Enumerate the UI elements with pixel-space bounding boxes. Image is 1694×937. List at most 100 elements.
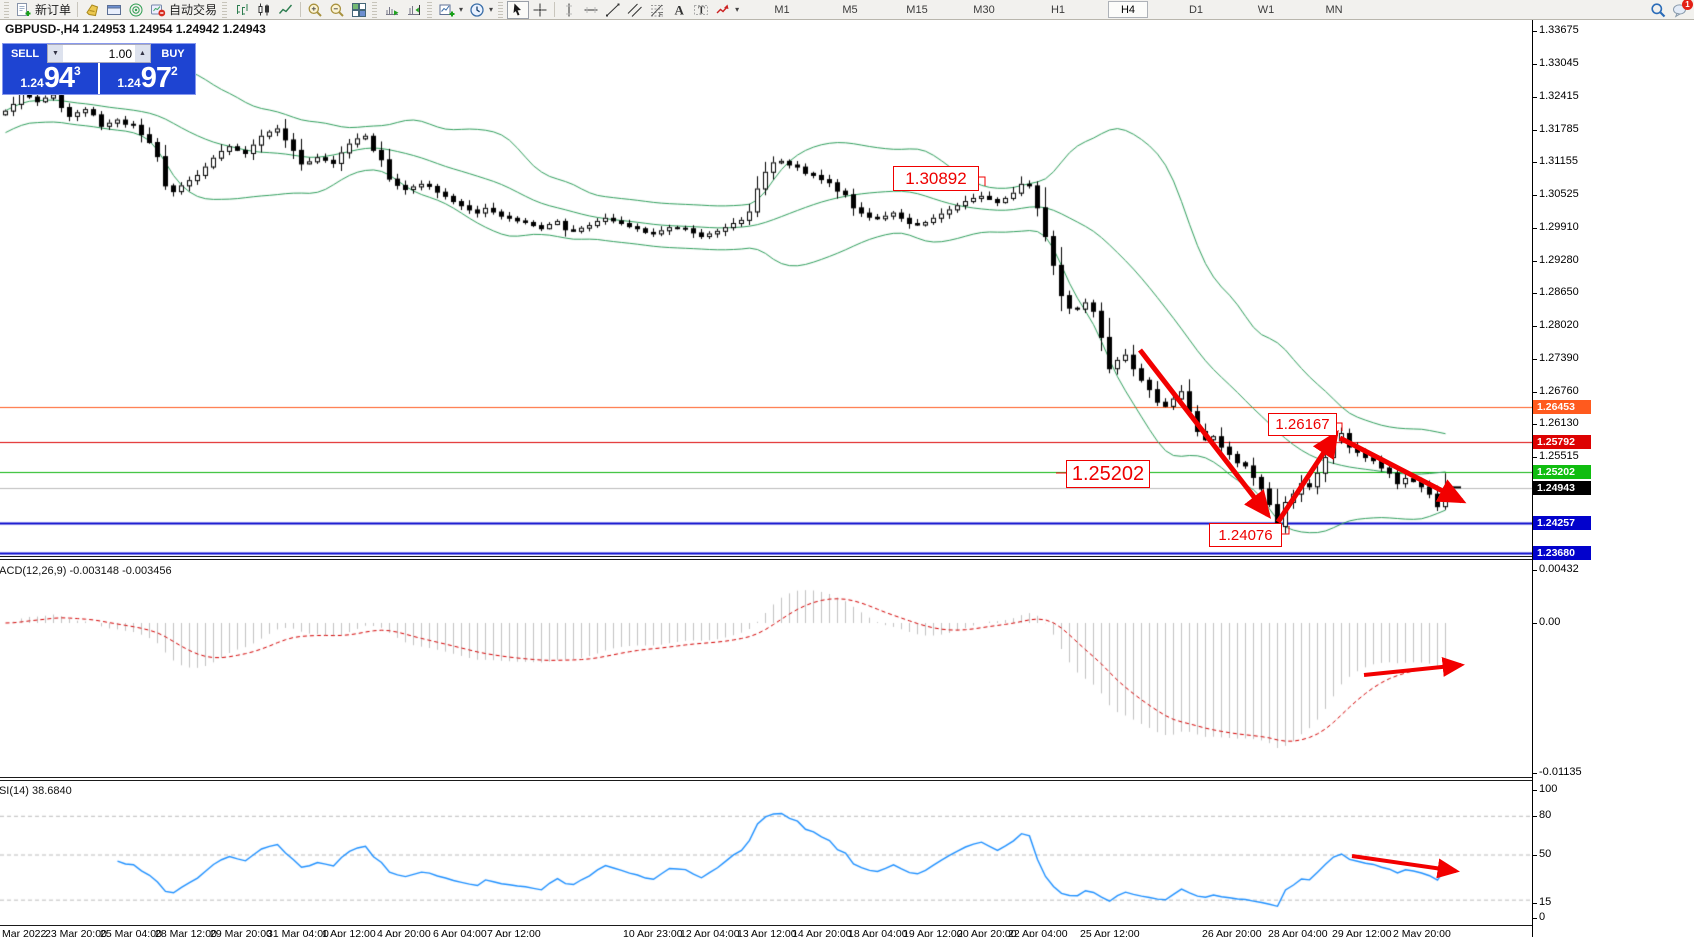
text-button[interactable]: A — [668, 1, 690, 19]
price-annotation[interactable]: 1.24076 — [1209, 523, 1282, 547]
rsi-tick-label: 100 — [1539, 783, 1557, 795]
autotrading-button-label: 自动交易 — [169, 1, 217, 18]
rsi-tick-label: 80 — [1539, 809, 1551, 821]
new-order-button[interactable]: 新订单 — [13, 1, 74, 19]
tile-windows-button[interactable] — [348, 1, 370, 19]
cursor-button[interactable] — [507, 1, 529, 19]
terminal-icon — [106, 2, 122, 18]
time-axis-label: 6 Apr 04:00 — [433, 928, 487, 937]
shift-icon — [406, 2, 422, 18]
bar-chart-button[interactable] — [231, 1, 253, 19]
toolbar-grip[interactable] — [427, 2, 432, 18]
macd-pane-canvas[interactable] — [0, 560, 1532, 777]
arrows-button[interactable]: ▾ — [712, 1, 742, 19]
price-tick-mark — [1532, 97, 1537, 98]
zoom-out-button[interactable] — [326, 1, 348, 19]
price-annotation[interactable]: 1.30892 — [893, 166, 979, 191]
rsi-pane-canvas[interactable] — [0, 781, 1532, 925]
crosshair-icon — [532, 2, 548, 18]
terminal-button[interactable] — [103, 1, 125, 19]
volume-up-button[interactable]: ▲ — [135, 45, 150, 62]
time-axis-label: 12 Apr 04:00 — [680, 928, 740, 937]
new-chart-button[interactable]: ▾ — [436, 1, 466, 19]
notifications-button[interactable]: 1 — [1672, 1, 1688, 19]
line-chart-button[interactable] — [275, 1, 297, 19]
hline-icon — [583, 2, 599, 18]
toolbar-separator — [300, 2, 301, 17]
chevron-down-icon[interactable]: ▾ — [735, 5, 739, 14]
pane-separator[interactable] — [0, 559, 1532, 560]
buy-button[interactable]: BUY — [151, 44, 195, 63]
rsi-tick-mark — [1532, 918, 1537, 919]
crosshair-button[interactable] — [529, 1, 551, 19]
pane-separator[interactable] — [0, 780, 1532, 781]
volume-input[interactable] — [63, 45, 135, 62]
chart-title: GBPUSD-,H4 1.24953 1.24954 1.24942 1.249… — [5, 22, 266, 36]
zoom-out-icon — [329, 2, 345, 18]
timeframe-m5-button[interactable]: M5 — [830, 1, 870, 18]
timeframe-h1-button[interactable]: H1 — [1038, 1, 1078, 18]
timeframe-m1-button[interactable]: M1 — [762, 1, 802, 18]
autotrading-button[interactable]: 自动交易 — [147, 1, 220, 19]
svg-text:A: A — [675, 2, 685, 17]
strategy-tester-button[interactable] — [125, 1, 147, 19]
label-button[interactable]: T — [690, 1, 712, 19]
sell-button[interactable]: SELL — [3, 44, 47, 63]
macd-tick-mark — [1532, 623, 1537, 624]
price-tick-mark — [1532, 195, 1537, 196]
channel-button[interactable] — [624, 1, 646, 19]
toolbar-grip[interactable] — [222, 2, 227, 18]
time-axis-label: 14 Apr 20:00 — [792, 928, 852, 937]
symbols-button[interactable] — [81, 1, 103, 19]
toolbar-grip[interactable] — [372, 2, 377, 18]
sell-price[interactable]: 1.24943 — [3, 63, 100, 94]
candle-chart-button[interactable] — [253, 1, 275, 19]
price-tick-label: 1.31155 — [1539, 155, 1578, 167]
hline-button[interactable] — [580, 1, 602, 19]
price-annotation[interactable]: 1.25202 — [1066, 460, 1150, 488]
timeframe-d1-button[interactable]: D1 — [1176, 1, 1216, 18]
timeframe-m30-button[interactable]: M30 — [964, 1, 1004, 18]
zoom-in-icon — [307, 2, 323, 18]
timeframe-mn-button[interactable]: MN — [1314, 1, 1354, 18]
fibonacci-button[interactable]: F — [646, 1, 668, 19]
price-tick-mark — [1532, 228, 1537, 229]
price-tick-mark — [1532, 162, 1537, 163]
volume-down-button[interactable]: ▼ — [48, 45, 63, 62]
new-chart-icon — [439, 2, 455, 18]
search-button[interactable] — [1650, 1, 1666, 19]
time-axis-label: 4 Apr 20:00 — [377, 928, 431, 937]
new-order-icon — [16, 2, 32, 18]
pane-separator[interactable] — [0, 556, 1532, 557]
chart-shift-button[interactable] — [403, 1, 425, 19]
price-annotation[interactable]: 1.26167 — [1268, 413, 1337, 436]
timeframe-w1-button[interactable]: W1 — [1246, 1, 1286, 18]
chevron-down-icon[interactable]: ▾ — [459, 5, 463, 14]
time-axis-label: 23 Mar 20:00 — [45, 928, 107, 937]
main-chart-canvas[interactable] — [0, 20, 1532, 556]
macd-tick-label: 0.00432 — [1539, 563, 1579, 575]
buy-price[interactable]: 1.24972 — [100, 63, 195, 94]
period-button[interactable]: ▾ — [466, 1, 496, 19]
time-axis-label: 28 Mar 12:00 — [155, 928, 217, 937]
toolbar-grip[interactable] — [4, 2, 9, 18]
rsi-tick-label: 50 — [1539, 848, 1551, 860]
chevron-down-icon[interactable]: ▾ — [489, 5, 493, 14]
sell-price-sup: 3 — [74, 65, 81, 77]
price-tick-mark — [1532, 293, 1537, 294]
price-tick-label: 1.32415 — [1539, 90, 1579, 102]
trendline-button[interactable] — [602, 1, 624, 19]
timeframe-h4-button[interactable]: H4 — [1108, 1, 1148, 18]
auto-scroll-button[interactable] — [381, 1, 403, 19]
buy-price-prefix: 1.24 — [117, 73, 140, 93]
tag-icon — [84, 2, 100, 18]
radar-icon — [128, 2, 144, 18]
price-level-badge: 1.24257 — [1533, 516, 1591, 530]
zoom-in-button[interactable] — [304, 1, 326, 19]
price-tick-mark — [1532, 359, 1537, 360]
toolbar-grip[interactable] — [498, 2, 503, 18]
pane-separator[interactable] — [0, 777, 1532, 778]
vline-button[interactable] — [558, 1, 580, 19]
timeframe-m15-button[interactable]: M15 — [897, 1, 937, 18]
time-axis-line — [0, 925, 1532, 926]
